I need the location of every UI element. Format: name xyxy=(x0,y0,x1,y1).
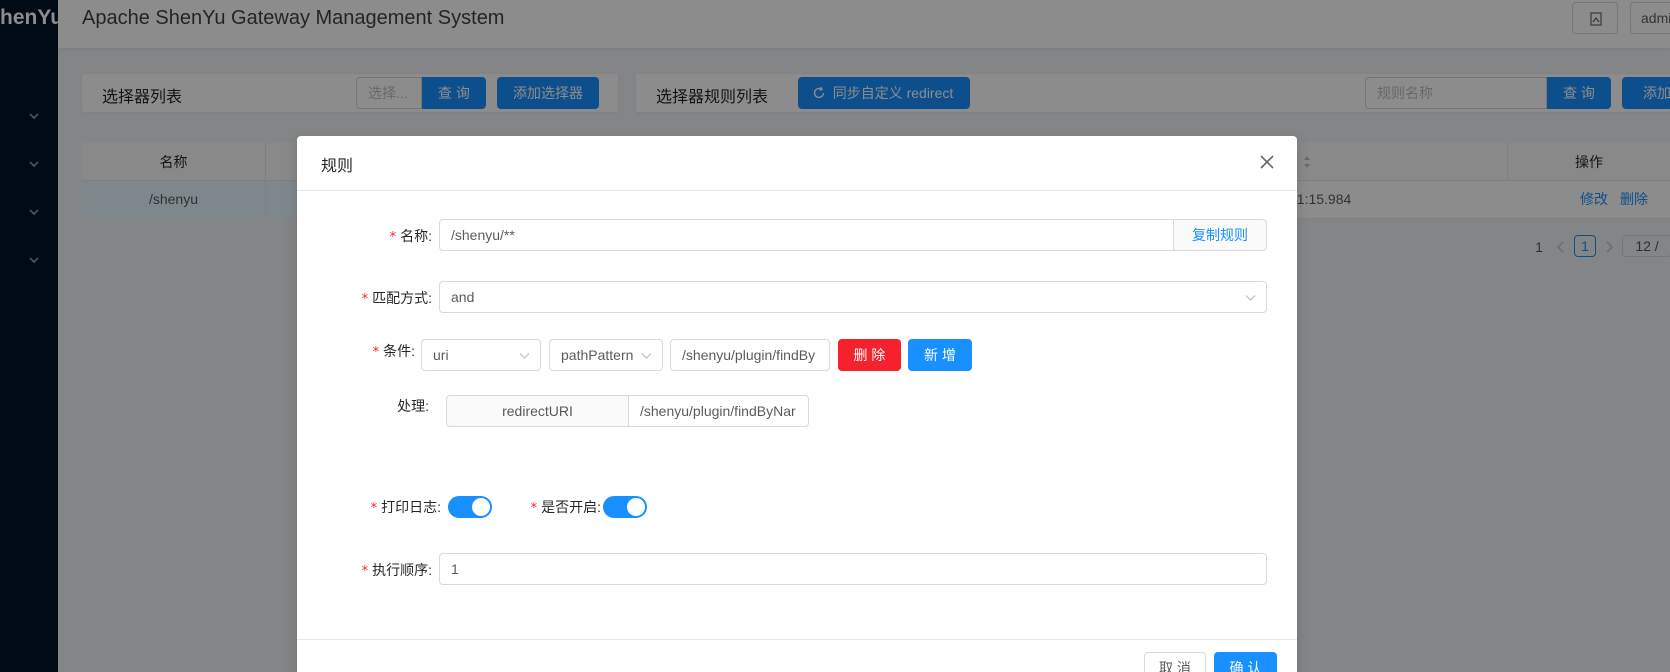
match-mode-value: and xyxy=(451,289,475,305)
chevron-down-icon xyxy=(519,353,530,359)
match-label: * 匹配方式: xyxy=(353,288,432,308)
redirect-uri-input[interactable]: /shenyu/plugin/findByNar xyxy=(628,395,809,427)
print-log-switch[interactable] xyxy=(448,496,492,518)
required-mark: * xyxy=(370,501,378,516)
order-input[interactable]: 1 xyxy=(439,553,1267,585)
condition-param-type-select[interactable]: uri xyxy=(421,339,541,371)
order-label-text: 执行顺序: xyxy=(372,562,432,578)
required-mark: * xyxy=(361,564,369,579)
delete-condition-button[interactable]: 删 除 xyxy=(838,339,901,371)
rule-modal: 规则 * 名称: /shenyu/** 复制规则 * 匹配方式: and * 条件: … xyxy=(297,136,1297,672)
chevron-down-icon xyxy=(641,353,652,359)
copy-rule-button[interactable]: 复制规则 xyxy=(1173,219,1267,251)
modal-title: 规则 xyxy=(321,158,354,175)
handle-key-label: redirectURI xyxy=(446,395,629,427)
rule-name-input[interactable]: /shenyu/** xyxy=(439,219,1174,251)
name-label: * 名称: xyxy=(377,226,432,246)
close-icon[interactable] xyxy=(1255,150,1279,174)
confirm-button[interactable]: 确 认 xyxy=(1214,652,1277,672)
enabled-label-text: 是否开启: xyxy=(541,499,601,515)
required-mark: * xyxy=(361,292,369,307)
add-condition-button[interactable]: 新 增 xyxy=(908,339,972,371)
condition-label-text: 条件: xyxy=(383,343,415,359)
operator-value: pathPattern xyxy=(561,347,634,363)
condition-operator-select[interactable]: pathPattern xyxy=(549,339,663,371)
condition-label: * 条件: xyxy=(369,341,415,361)
match-label-text: 匹配方式: xyxy=(372,290,432,306)
condition-value-input[interactable]: /shenyu/plugin/findBy xyxy=(670,339,830,371)
log-label: * 打印日志: xyxy=(363,497,441,517)
required-mark: * xyxy=(389,230,397,245)
rule-enabled-switch[interactable] xyxy=(603,496,647,518)
match-mode-select[interactable]: and xyxy=(439,281,1267,313)
chevron-down-icon xyxy=(1245,295,1256,301)
required-mark: * xyxy=(530,501,538,516)
cancel-button[interactable]: 取 消 xyxy=(1144,652,1206,672)
required-mark: * xyxy=(372,345,380,360)
modal-header: 规则 xyxy=(297,136,1297,191)
handle-label: 处理: xyxy=(397,398,429,414)
modal-footer: 取 消 确 认 xyxy=(297,639,1297,672)
log-label-text: 打印日志: xyxy=(381,499,441,515)
enabled-label: * 是否开启: xyxy=(523,497,601,517)
param-type-value: uri xyxy=(433,347,449,363)
order-label: * 执行顺序: xyxy=(353,560,432,580)
name-label-text: 名称: xyxy=(400,228,432,244)
